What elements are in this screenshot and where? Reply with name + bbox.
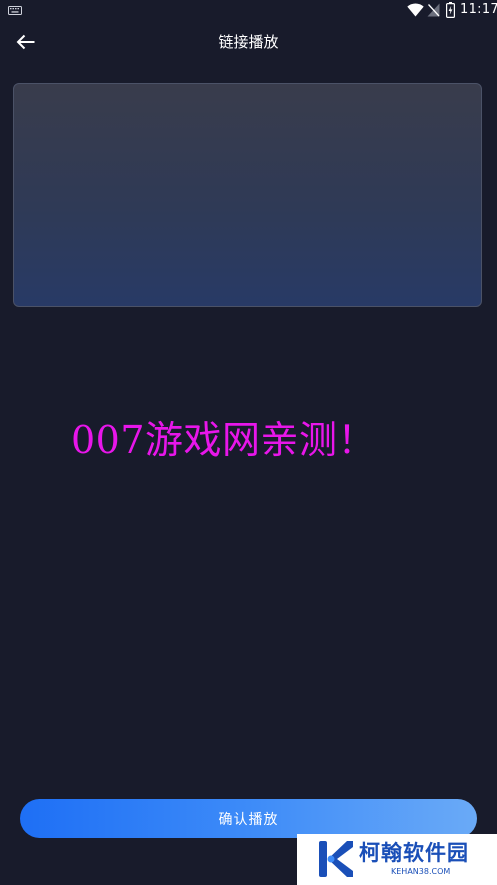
page-title: 链接播放: [218, 33, 279, 51]
k-logo-icon: [319, 841, 353, 877]
confirm-play-button[interactable]: 确认播放: [20, 799, 477, 838]
no-signal-icon: [427, 3, 440, 17]
app-bar: 链接播放: [0, 22, 497, 62]
logo-domain: KEHAN38.COM: [391, 867, 451, 876]
status-bar: 11:17: [0, 0, 497, 22]
battery-charging-icon: [446, 2, 455, 18]
logo-name: 柯翰软件园: [359, 841, 469, 865]
watermark-text: 007游戏网亲测！: [71, 418, 377, 462]
status-time: 11:17: [460, 2, 497, 17]
wifi-icon: [407, 3, 424, 17]
keyboard-icon: [8, 6, 22, 15]
link-play-screen: 11:17 链接播放 007游戏网亲测！ 确认播放 柯翰软件园 KEHAN38.…: [0, 0, 497, 885]
link-input-field[interactable]: [13, 83, 482, 307]
confirm-play-label: 确认播放: [218, 811, 279, 828]
site-logo: 柯翰软件园 KEHAN38.COM: [297, 834, 497, 885]
